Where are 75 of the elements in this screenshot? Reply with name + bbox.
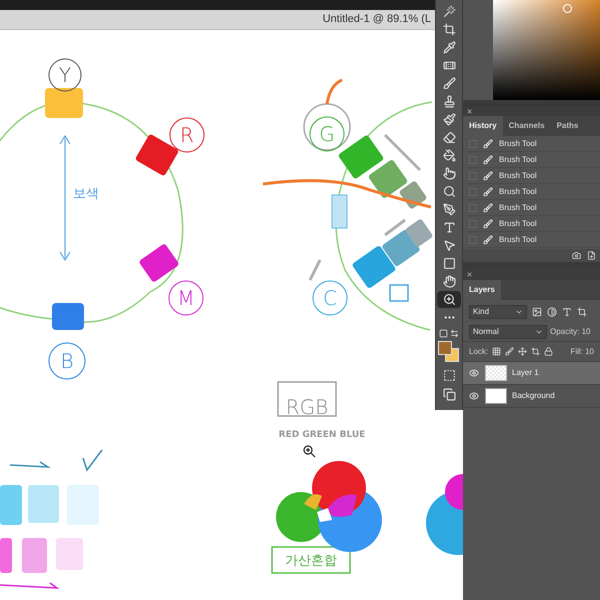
history-item[interactable]: Brush Tool — [463, 184, 600, 200]
panel-tab[interactable]: Layers — [463, 280, 501, 300]
crop-icon[interactable] — [577, 307, 587, 317]
lock-label: Lock: — [469, 346, 488, 358]
brush-icon — [483, 234, 493, 244]
history-label: Brush Tool — [499, 138, 537, 150]
close-icon[interactable] — [466, 108, 473, 114]
color-picker-field[interactable] — [493, 0, 600, 100]
handwritten-label: B — [60, 349, 74, 374]
blend-mode-dropdown[interactable]: Normal — [469, 324, 547, 338]
layer-thumbnail — [485, 365, 507, 381]
crop-icon[interactable] — [531, 347, 540, 356]
history-label: Brush Tool — [499, 170, 537, 182]
layer-thumbnail — [485, 388, 507, 404]
history-item[interactable]: Brush Tool — [463, 232, 600, 248]
history-label: Brush Tool — [499, 218, 537, 230]
picker-cursor[interactable] — [563, 4, 572, 13]
eye-icon[interactable] — [469, 368, 479, 378]
close-icon[interactable] — [466, 270, 473, 278]
history-item[interactable]: Brush Tool — [463, 216, 600, 232]
eye-icon[interactable] — [469, 391, 479, 401]
brush-icon — [483, 154, 493, 164]
handwritten-label: R — [180, 123, 194, 148]
history-label: Brush Tool — [499, 186, 537, 198]
handwritten-label: 보색 — [73, 186, 99, 202]
handwritten-label: Y — [58, 63, 72, 88]
layer-name: Layer 1 — [512, 367, 539, 379]
history-item[interactable]: Brush Tool — [463, 136, 600, 152]
document-title: Untitled-1 @ 89.1% (L — [322, 12, 431, 28]
fill-label: Fill: 10 — [570, 346, 594, 358]
zoom-icon[interactable] — [437, 291, 461, 308]
opacity-label: Opacity: 10 — [550, 326, 590, 338]
handwritten-label: C — [323, 286, 337, 310]
move-icon[interactable] — [518, 347, 528, 356]
check-drawing — [82, 450, 103, 472]
lock-icon[interactable] — [544, 347, 554, 356]
brush-icon — [483, 138, 493, 148]
layer-row[interactable]: Layer 1 — [463, 362, 600, 385]
brush-icon — [483, 186, 493, 196]
history-label: Brush Tool — [499, 154, 537, 166]
handwritten-label: RED GREEN BLUE — [278, 430, 366, 440]
brush-icon — [483, 202, 493, 212]
panel-tab[interactable]: Channels — [502, 116, 551, 136]
chevron-down-icon — [515, 308, 523, 316]
image-icon[interactable] — [532, 307, 542, 317]
history-item[interactable]: Brush Tool — [463, 152, 600, 168]
new-document-icon[interactable] — [587, 251, 596, 260]
brush-icon — [483, 170, 493, 180]
grid-icon[interactable] — [492, 347, 502, 356]
camera-icon[interactable] — [572, 251, 581, 260]
handwritten-label: M — [177, 286, 195, 310]
document-tab[interactable]: Untitled-1 @ 89.1% (L — [0, 10, 435, 30]
default-colors-icon[interactable] — [439, 329, 448, 338]
foreground-color-swatch[interactable] — [438, 341, 452, 355]
handwritten-label: G — [319, 122, 335, 146]
layer-name: Background — [512, 390, 555, 402]
half-circle-icon[interactable] — [547, 307, 557, 317]
swap-icon[interactable] — [450, 329, 459, 338]
zoom-cursor-icon — [303, 445, 316, 458]
brush-icon — [483, 218, 493, 228]
quick-mask-icon[interactable] — [442, 369, 456, 382]
handwritten-label: 가산혼합 — [285, 554, 337, 569]
type-icon[interactable] — [562, 307, 572, 317]
screen-mode-icon[interactable] — [442, 388, 456, 401]
sketch-frame — [277, 381, 337, 417]
brush-icon[interactable] — [505, 347, 514, 356]
history-label: Brush Tool — [499, 234, 537, 246]
history-item[interactable]: Brush Tool — [463, 168, 600, 184]
history-label: Brush Tool — [499, 202, 537, 214]
filter-dropdown[interactable]: Kind — [469, 305, 527, 319]
history-item[interactable]: Brush Tool — [463, 200, 600, 216]
panel-tab[interactable]: History — [463, 116, 503, 136]
handwritten-label: RGB — [286, 395, 328, 420]
panel-tab[interactable]: Paths — [550, 116, 584, 136]
layer-row[interactable]: Background — [463, 385, 600, 408]
